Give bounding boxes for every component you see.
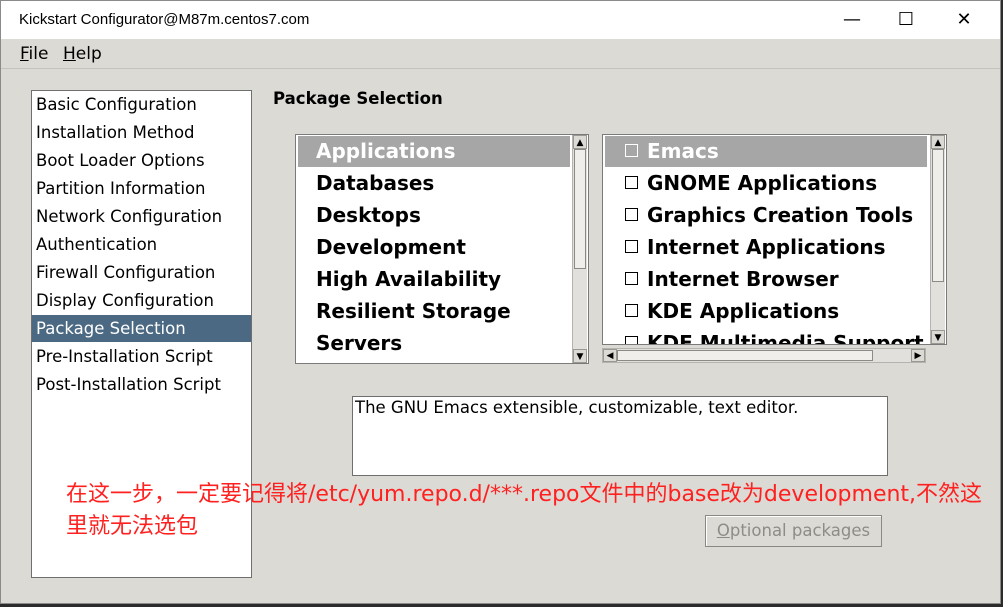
page-title: Package Selection	[273, 89, 443, 108]
package-group-item[interactable]: Emacs	[605, 136, 927, 167]
nav-item[interactable]: Authentication	[32, 231, 251, 258]
menu-file[interactable]: File	[20, 44, 48, 64]
category-item[interactable]: Development	[298, 232, 570, 263]
nav-item[interactable]: Network Configuration	[32, 203, 251, 230]
nav-item[interactable]: Firewall Configuration	[32, 259, 251, 286]
scroll-down-icon[interactable]: ▼	[573, 349, 587, 363]
close-icon: ✕	[956, 9, 972, 30]
group-scrollbar[interactable]: ▲ ▼	[930, 135, 945, 344]
group-hscrollbar[interactable]: ◀ ▶	[602, 348, 926, 363]
scroll-thumb[interactable]	[574, 149, 586, 269]
scroll-thumb[interactable]	[932, 149, 944, 282]
package-group-item[interactable]: GNOME Applications	[605, 168, 927, 199]
maximize-button[interactable]: ☐	[877, 1, 935, 39]
minimize-button[interactable]: —	[823, 1, 881, 39]
category-item[interactable]: Applications	[298, 136, 570, 167]
scroll-right-icon[interactable]: ▶	[911, 349, 925, 362]
nav-item[interactable]: Installation Method	[32, 119, 251, 146]
scroll-down-icon[interactable]: ▼	[931, 330, 945, 344]
nav-item[interactable]: Partition Information	[32, 175, 251, 202]
category-list: Servers Resilient Storage High Availabilit…	[295, 134, 589, 364]
scroll-thumb[interactable]	[617, 350, 873, 361]
package-group-item[interactable]: KDE Multimedia Support	[605, 328, 927, 344]
nav-item[interactable]: Display Configuration	[32, 287, 251, 314]
menu-bar: File Help	[1, 40, 1000, 69]
nav-item[interactable]: Boot Loader Options	[32, 147, 251, 174]
scroll-left-icon[interactable]: ◀	[603, 349, 617, 362]
nav-item[interactable]: Post-Installation Script	[32, 371, 251, 398]
title-bar[interactable]: Kickstart Configurator@M87m.centos7.com …	[1, 1, 1000, 39]
menu-help[interactable]: Help	[63, 44, 102, 64]
category-item[interactable]: Servers	[298, 328, 570, 359]
package-group-item[interactable]: Internet Browser	[605, 264, 927, 295]
category-item[interactable]: Resilient Storage	[298, 296, 570, 327]
checkbox-icon[interactable]	[625, 272, 638, 285]
scroll-up-icon[interactable]: ▲	[931, 135, 945, 149]
group-list: KDE Multimedia Support KDE Applications In…	[602, 134, 947, 345]
category-item[interactable]: Databases	[298, 168, 570, 199]
minimize-icon: —	[843, 9, 861, 30]
kickstart-window: Kickstart Configurator@M87m.centos7.com …	[0, 0, 1001, 604]
package-group-item[interactable]: Internet Applications	[605, 232, 927, 263]
category-item[interactable]: Desktops	[298, 200, 570, 231]
category-item[interactable]: High Availability	[298, 264, 570, 295]
nav-item[interactable]: Basic Configuration	[32, 91, 251, 118]
package-group-item[interactable]: KDE Applications	[605, 296, 927, 327]
window-title: Kickstart Configurator@M87m.centos7.com	[19, 11, 310, 28]
maximize-icon: ☐	[897, 9, 915, 30]
category-scrollbar[interactable]: ▲ ▼	[572, 135, 587, 363]
close-button[interactable]: ✕	[935, 1, 993, 39]
description-box: The GNU Emacs extensible, customizable, …	[352, 396, 888, 476]
nav-item[interactable]: Pre-Installation Script	[32, 343, 251, 370]
package-group-item[interactable]: Graphics Creation Tools	[605, 200, 927, 231]
checkbox-icon[interactable]	[625, 336, 638, 344]
checkbox-icon[interactable]	[625, 240, 638, 253]
nav-item[interactable]: Package Selection	[32, 315, 251, 342]
checkbox-icon[interactable]	[625, 176, 638, 189]
checkbox-icon[interactable]	[625, 144, 638, 157]
checkbox-icon[interactable]	[625, 208, 638, 221]
scroll-up-icon[interactable]: ▲	[573, 135, 587, 149]
checkbox-icon[interactable]	[625, 304, 638, 317]
optional-packages-button[interactable]: Optional packages	[705, 515, 882, 547]
